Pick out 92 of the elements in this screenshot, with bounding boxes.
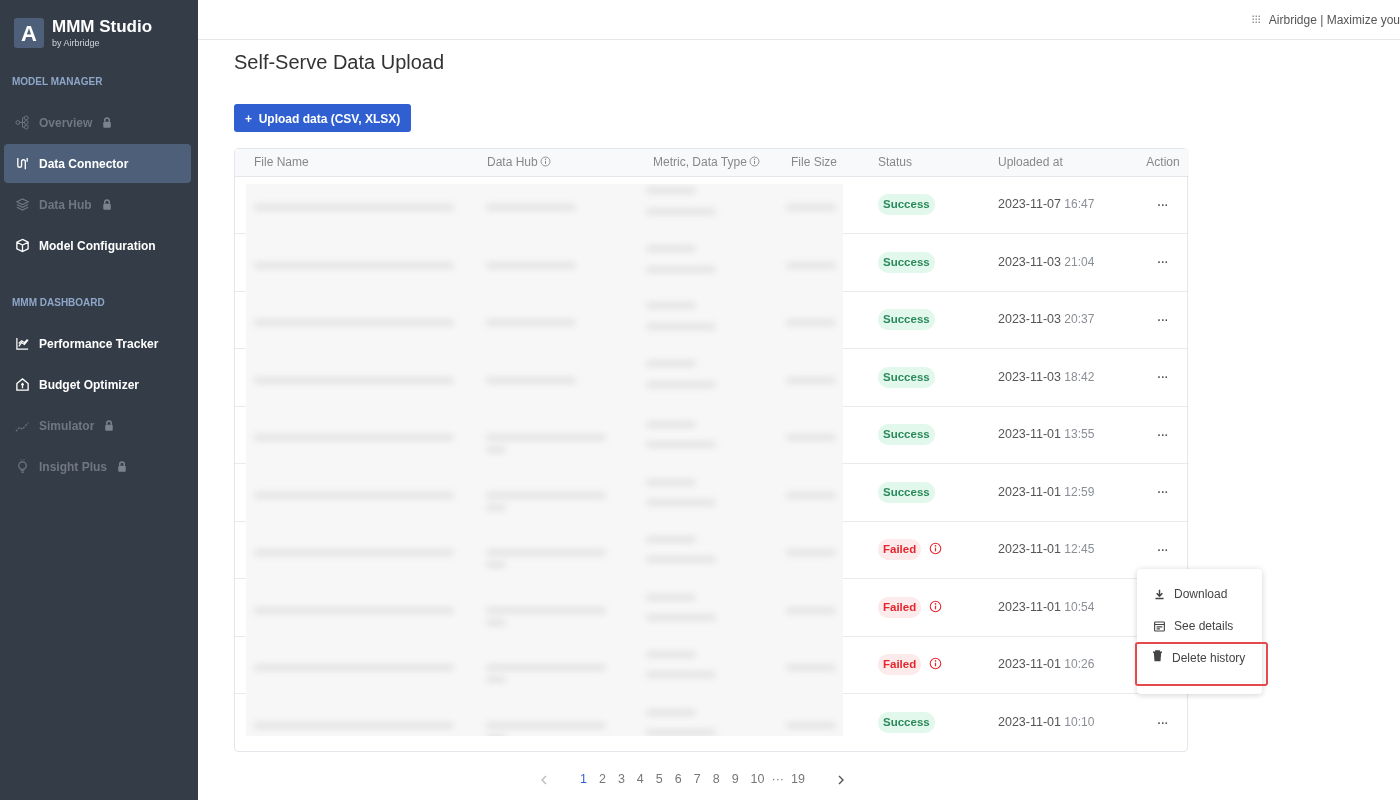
sidebar-item[interactable]: Performance Tracker [4,324,191,363]
upload-date: 2023-11-01 [998,657,1061,672]
page-button[interactable]: 3 [611,770,631,789]
page-button[interactable]: 9 [725,770,745,789]
section-heading: MODEL MANAGER [12,76,103,87]
upload-time: 21:04 [1064,254,1095,269]
column-header: Status [878,155,913,170]
logo-icon: A [14,18,44,48]
upload-time: 12:59 [1064,484,1095,499]
lock-icon [100,198,113,211]
upload-date: 2023-11-01 [998,427,1061,442]
status-badge: Success [878,251,935,273]
upload-date: 2023-11-03 [998,369,1061,384]
status-badge: Failed [878,596,922,618]
cube-icon [15,238,30,253]
page-button[interactable]: 1 [574,770,593,789]
more-button[interactable]: ··· [1153,544,1173,556]
info-icon [929,657,943,671]
more-button[interactable]: ··· [1153,429,1173,441]
column-header: Uploaded at [998,155,1063,170]
menu-item[interactable]: Download [1137,578,1262,610]
page-button[interactable]: 8 [706,770,726,789]
more-button[interactable]: ··· [1153,372,1173,384]
status-badge: Success [878,366,935,388]
upload-time: 18:42 [1064,369,1095,384]
upload-time: 12:45 [1064,542,1095,557]
node-icon [15,115,30,130]
column-header: Data Hub [487,155,538,170]
menu-item[interactable]: See details [1137,610,1262,642]
upload-time: 10:54 [1064,599,1095,614]
page-button[interactable]: 7 [687,770,707,789]
upload-date: 2023-11-07 [998,197,1061,212]
upload-time: 16:47 [1064,197,1095,212]
upload-date: 2023-11-01 [998,715,1061,730]
chevron-right-icon [836,774,845,785]
layers-icon [15,197,30,212]
house-icon [15,377,30,392]
column-header: File Size [791,155,837,170]
upload-time: 20:37 [1064,312,1095,327]
status-badge: Success [878,711,935,734]
column-header: Action [1146,155,1180,170]
sidebar-item[interactable]: Model Configuration [4,226,191,265]
upload-time: 13:55 [1064,427,1095,442]
sidebar-item[interactable]: Data Connector [4,144,191,183]
status-badge: Success [878,424,935,446]
upload-date: 2023-11-01 [998,599,1061,614]
page-button[interactable]: 2 [592,770,612,789]
more-button[interactable]: ··· [1153,717,1173,729]
page-button[interactable]: 6 [668,770,688,789]
menu-item[interactable]: Delete history [1135,642,1268,686]
app-title: MMM Studio [52,18,153,35]
upload-date: 2023-11-03 [998,254,1061,269]
page-button[interactable]: ··· [770,770,785,789]
bulb-icon [15,459,30,474]
upload-button[interactable]: + Upload data (CSV, XLSX) [234,104,412,132]
lock-icon [116,460,128,473]
upload-date: 2023-11-03 [998,312,1061,327]
upload-time: 10:10 [1064,715,1095,730]
more-button[interactable]: ··· [1153,314,1173,326]
page-button[interactable]: 19 [785,770,811,789]
status-badge: Success [878,309,935,331]
page-button[interactable]: 4 [630,770,650,789]
chevron-left-icon [540,774,548,785]
info-icon [929,599,943,613]
app-subtitle: by Airbridge [52,39,101,48]
more-button[interactable]: ··· [1153,199,1173,211]
status-badge: Failed [878,539,922,561]
chart-icon [15,336,30,351]
download-icon [1153,587,1166,601]
details-icon [1153,619,1166,633]
upload-time: 10:26 [1064,657,1095,672]
upload-date: 2023-11-01 [998,542,1061,557]
upload-date: 2023-11-01 [998,484,1061,499]
lock-icon [103,419,116,432]
status-badge: Success [878,481,935,503]
status-badge: Success [878,194,935,216]
status-badge: Failed [878,654,922,676]
page-title: Self-Serve Data Upload [234,50,446,74]
info-icon [929,542,943,556]
section-heading: MMM DASHBOARD [12,297,105,308]
apps-grid-icon [1250,13,1263,26]
topbar-text: Airbridge | Maximize you [1268,11,1400,29]
lock-icon [101,116,114,129]
page-button[interactable]: 10 [744,770,771,789]
page-button[interactable]: 5 [649,770,669,789]
more-button[interactable]: ··· [1153,257,1173,269]
more-button[interactable]: ··· [1153,487,1173,499]
trash-icon [1151,649,1164,662]
column-header: File Name [254,155,309,170]
connector-icon [15,156,30,171]
sidebar-item[interactable]: Budget Optimizer [4,365,191,404]
column-header: Metric, Data Type [653,155,747,170]
